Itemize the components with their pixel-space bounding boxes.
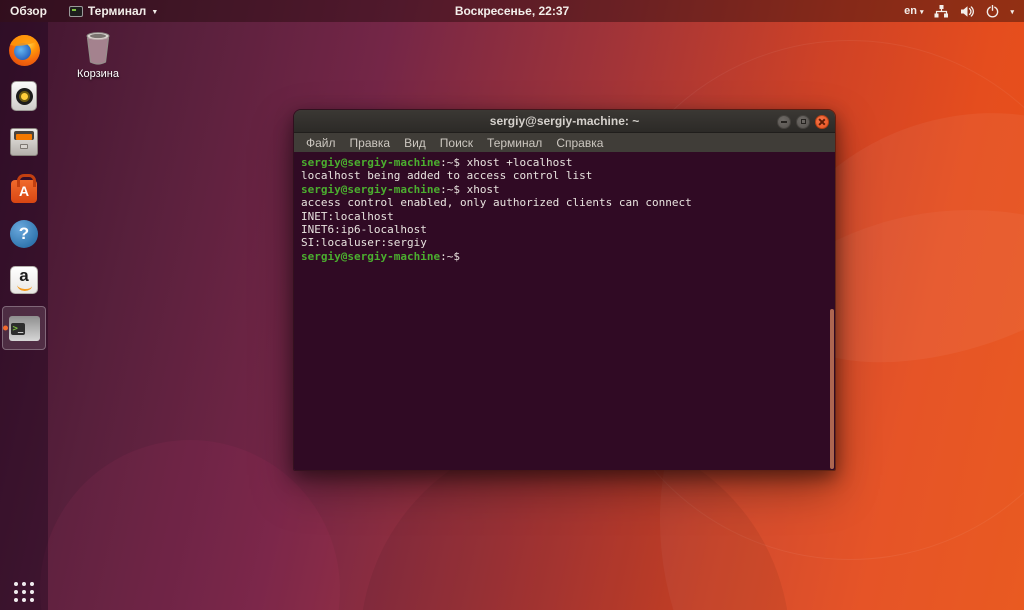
- trash-label: Корзина: [77, 68, 119, 80]
- window-title: sergiy@sergiy-machine: ~: [294, 114, 835, 128]
- terminal-line: INET:localhost: [301, 210, 828, 223]
- terminal-mini-icon: [69, 6, 83, 17]
- dock-item-files[interactable]: [2, 119, 46, 165]
- menu-search[interactable]: Поиск: [433, 133, 480, 152]
- dock-item-rhythmbox[interactable]: [2, 73, 46, 119]
- clock-button[interactable]: Воскресенье, 22:37: [445, 0, 579, 22]
- close-icon: [818, 118, 826, 126]
- firefox-icon: [9, 35, 40, 66]
- show-applications-button[interactable]: [0, 582, 48, 602]
- terminal-line: INET6:ip6-localhost: [301, 223, 828, 236]
- window-titlebar[interactable]: sergiy@sergiy-machine: ~: [294, 110, 835, 133]
- clock-label: Воскресенье, 22:37: [455, 4, 569, 18]
- activities-label: Обзор: [10, 4, 47, 18]
- chevron-down-icon: ▾: [1010, 9, 1014, 16]
- terminal-icon: >_: [9, 316, 40, 341]
- dock-item-amazon[interactable]: a: [2, 257, 46, 303]
- ubuntu-software-icon: A: [11, 180, 37, 203]
- window-menubar: Файл Правка Вид Поиск Терминал Справка: [294, 133, 835, 152]
- terminal-output-area[interactable]: sergiy@sergiy-machine:~$ xhost +localhos…: [294, 152, 835, 470]
- top-bar: Обзор Терминал ▼ Воскресенье, 22:37 en ▾: [0, 0, 1024, 22]
- chevron-down-icon: ▾: [920, 9, 924, 16]
- activities-button[interactable]: Обзор: [0, 0, 61, 22]
- dock-item-terminal[interactable]: >_: [2, 303, 46, 353]
- maximize-icon: [801, 119, 806, 124]
- menu-help[interactable]: Справка: [549, 133, 610, 152]
- dock-item-firefox[interactable]: [2, 27, 46, 73]
- files-icon: [10, 128, 38, 156]
- terminal-line: access control enabled, only authorized …: [301, 196, 828, 209]
- maximize-button[interactable]: [796, 115, 810, 129]
- system-status-area[interactable]: en ▾ ▾: [894, 0, 1024, 22]
- terminal-line: localhost being added to access control …: [301, 169, 828, 182]
- power-icon: [986, 5, 999, 18]
- dock-item-help[interactable]: ?: [2, 211, 46, 257]
- keyboard-layout-indicator[interactable]: en ▾: [904, 5, 923, 17]
- amazon-icon: a: [10, 266, 38, 294]
- menu-terminal[interactable]: Терминал: [480, 133, 549, 152]
- scrollbar-thumb[interactable]: [830, 309, 834, 469]
- help-icon: ?: [10, 220, 38, 248]
- terminal-line: SI:localuser:sergiy: [301, 236, 828, 249]
- desktop: Обзор Терминал ▼ Воскресенье, 22:37 en ▾: [0, 0, 1024, 610]
- speaker-volume-icon: [960, 5, 975, 18]
- app-menu-label: Терминал: [88, 4, 146, 18]
- dock-item-ubuntu-software[interactable]: A: [2, 165, 46, 211]
- minimize-button[interactable]: [777, 115, 791, 129]
- dock: A ? a >_: [0, 22, 48, 610]
- terminal-line: sergiy@sergiy-machine:~$ xhost +localhos…: [301, 156, 828, 169]
- terminal-line: sergiy@sergiy-machine:~$: [301, 250, 828, 263]
- terminal-window: sergiy@sergiy-machine: ~ Файл Правка Вид…: [293, 109, 836, 471]
- trash-can-icon: [82, 30, 114, 66]
- apps-grid-icon: [14, 582, 34, 602]
- menu-file[interactable]: Файл: [299, 133, 343, 152]
- active-app-highlight: >_: [2, 306, 46, 350]
- menu-edit[interactable]: Правка: [343, 133, 398, 152]
- close-button[interactable]: [815, 115, 829, 129]
- chevron-down-icon: ▼: [151, 9, 158, 16]
- trash-desktop-icon[interactable]: Корзина: [74, 30, 122, 80]
- running-indicator-dot: [3, 326, 8, 331]
- menu-view[interactable]: Вид: [397, 133, 433, 152]
- app-menu-button[interactable]: Терминал ▼: [61, 0, 166, 22]
- rhythmbox-icon: [11, 81, 37, 111]
- keyboard-layout-label: en: [904, 5, 917, 17]
- minimize-icon: [781, 121, 787, 123]
- terminal-line: sergiy@sergiy-machine:~$ xhost: [301, 183, 828, 196]
- network-wired-icon: [934, 5, 949, 18]
